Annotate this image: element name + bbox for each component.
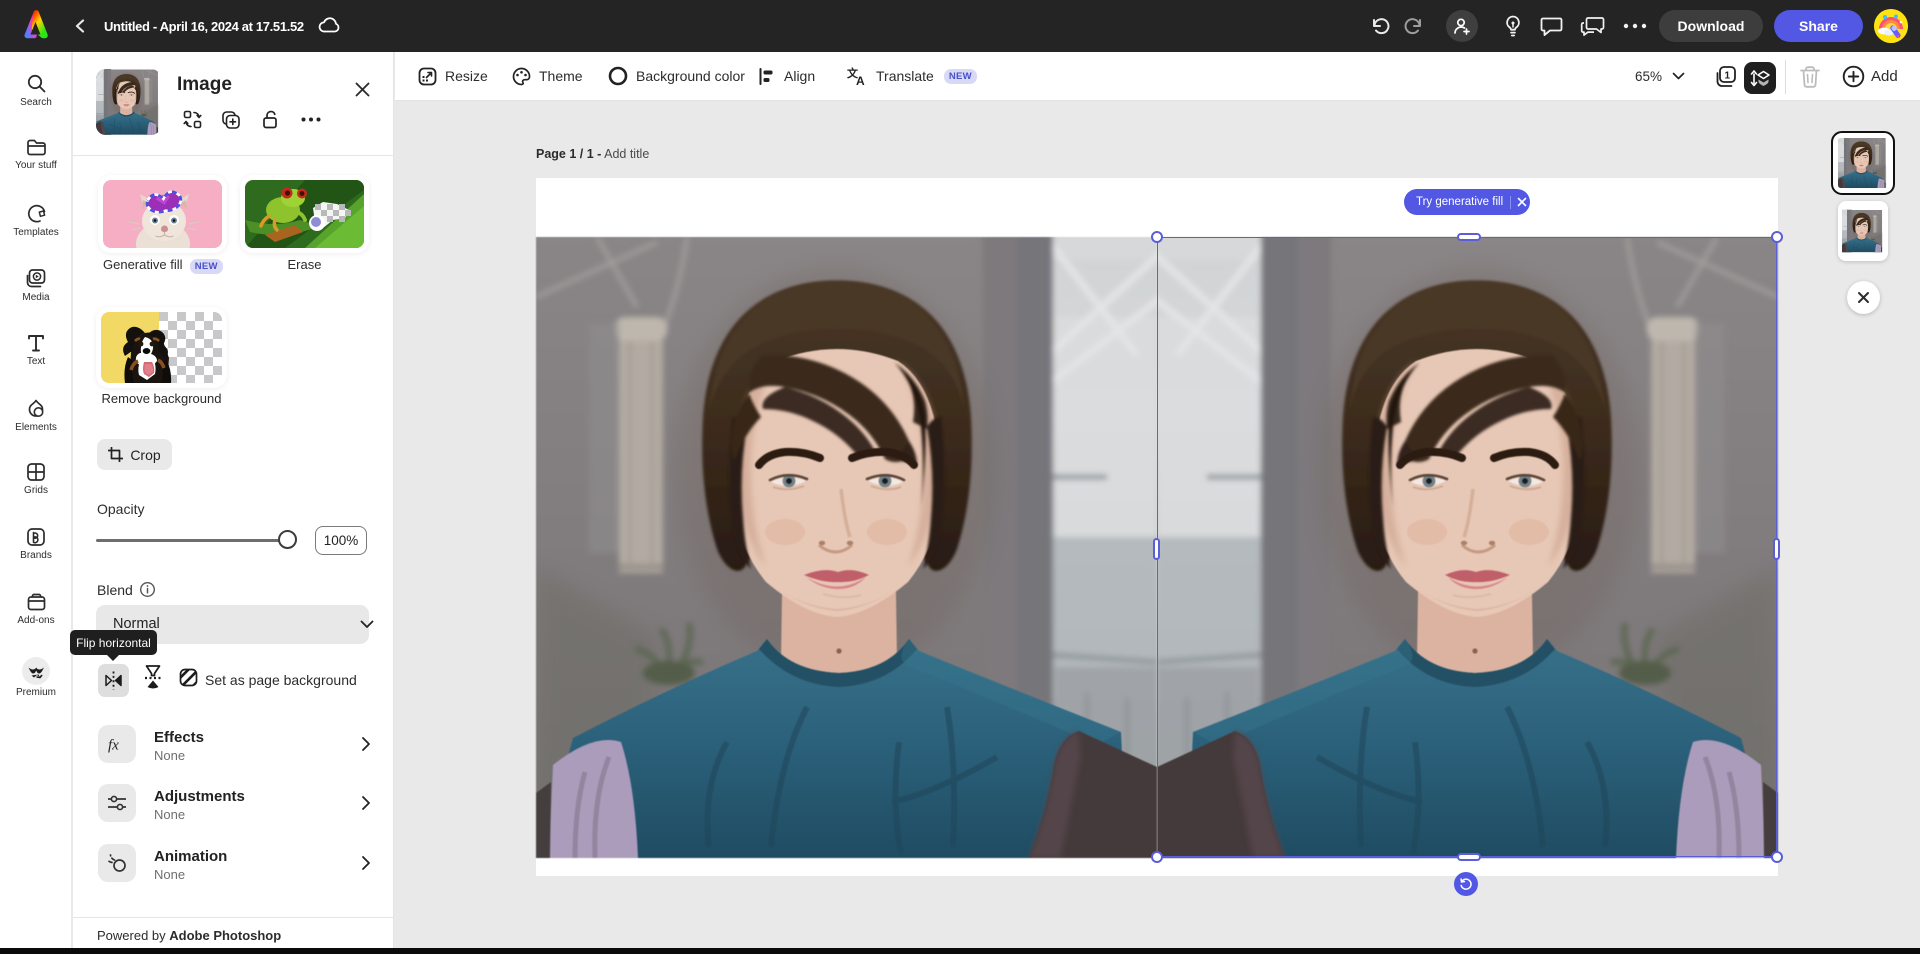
svg-text:A: A <box>856 74 865 86</box>
svg-text:fx: fx <box>108 738 119 754</box>
svg-text:1: 1 <box>1725 71 1731 82</box>
